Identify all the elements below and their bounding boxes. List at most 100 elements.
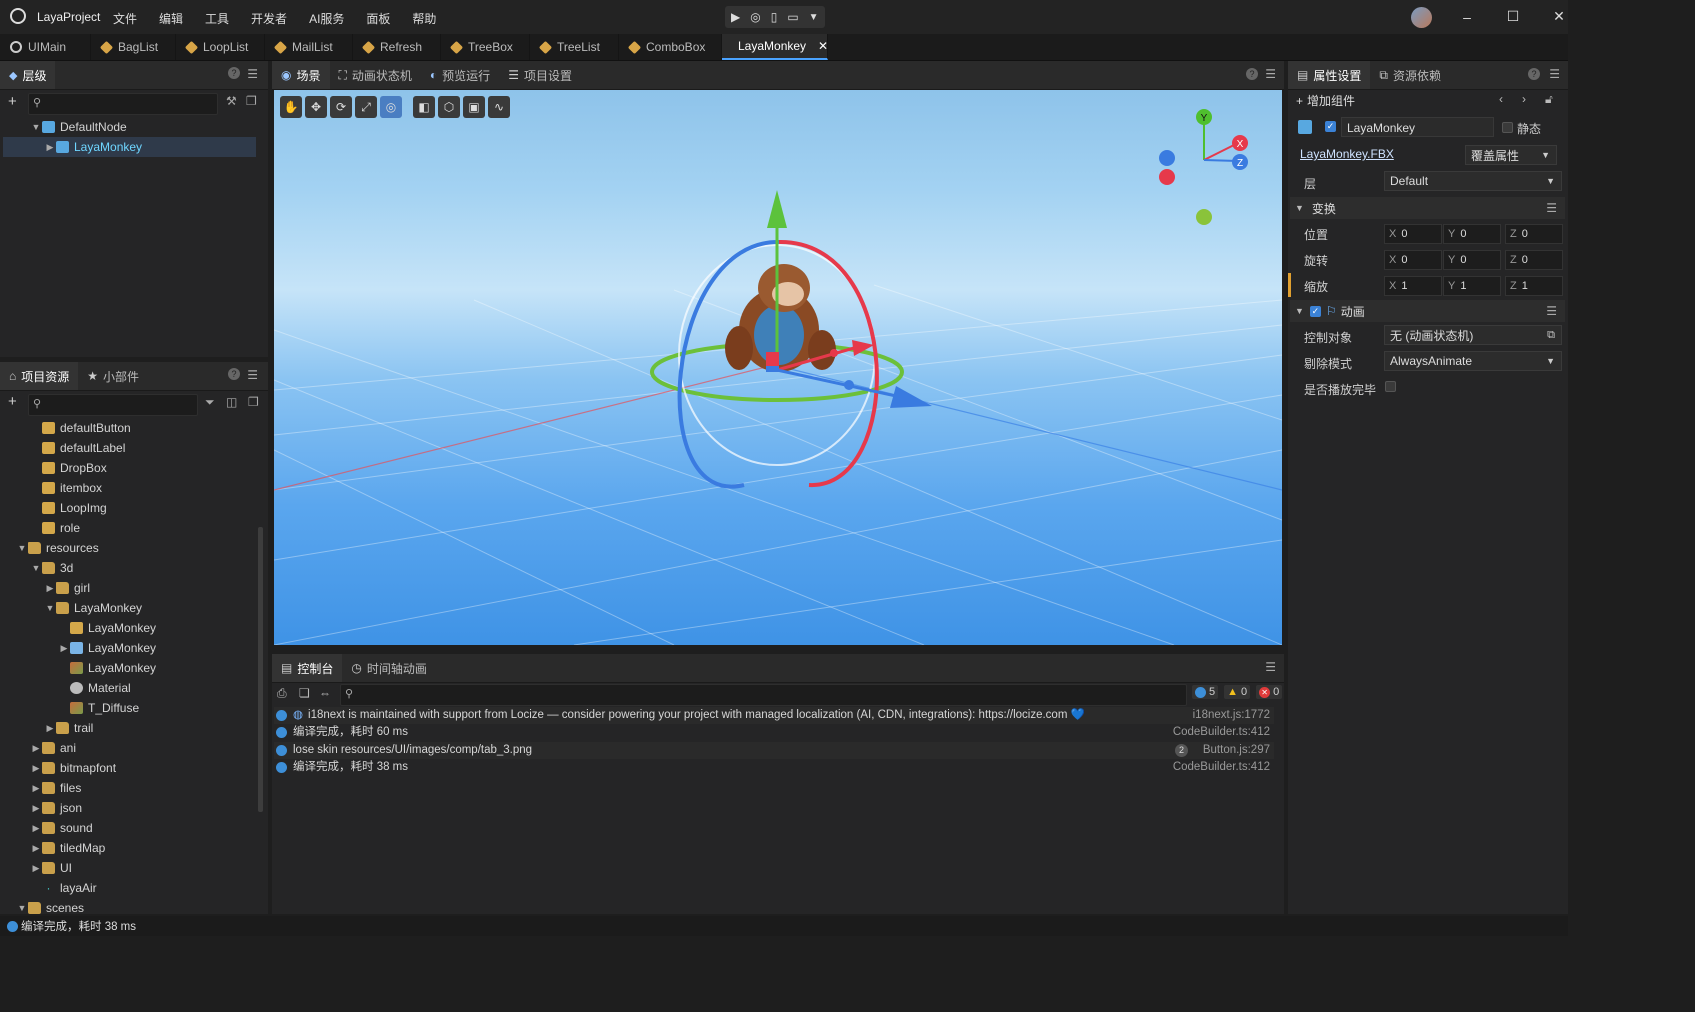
asset-folder[interactable]: ▶ tiledMap [30, 838, 106, 858]
rotation-y-field[interactable]: Y0 [1443, 250, 1501, 270]
expand-arrow-icon[interactable]: ▼ [30, 117, 42, 137]
menu-icon[interactable]: ☰ [1265, 660, 1276, 674]
clear-console-icon[interactable]: ⎙ [277, 686, 287, 701]
tab-animator[interactable]: ⛶ 动画状态机 [330, 61, 421, 89]
expand-arrow-icon[interactable]: ▶ [30, 738, 42, 758]
scale-y-field[interactable]: Y1 [1443, 276, 1501, 296]
scrollbar[interactable] [258, 527, 263, 812]
copy-log-icon[interactable]: ❏ [299, 686, 310, 700]
help-icon[interactable]: ? [228, 67, 240, 79]
asset-item[interactable]: role [30, 518, 80, 538]
menu-icon[interactable]: ☰ [247, 67, 258, 81]
menu-panel[interactable]: 面板 [366, 10, 390, 27]
tab-timeline[interactable]: ◷ 时间轴动画 [342, 654, 436, 682]
menu-ai[interactable]: AI服务 [309, 10, 344, 27]
hierarchy-search-input[interactable]: ⚲ [28, 93, 218, 115]
back-icon[interactable]: ‹ [1499, 92, 1503, 106]
chevron-down-icon[interactable]: ▼ [809, 12, 819, 23]
move-plane-handle[interactable] [766, 352, 779, 366]
expand-arrow-icon[interactable]: ▶ [44, 578, 56, 598]
asset-folder[interactable]: ▼ 3d [30, 558, 74, 578]
controller-field[interactable]: 无 (动画状态机) ⧉ [1384, 325, 1562, 345]
asset-item[interactable]: Material [58, 678, 131, 698]
log-row[interactable]: ◍ i18next is maintained with support fro… [274, 707, 1274, 724]
tab-widgets[interactable]: ★ 小部件 [78, 362, 148, 390]
tab-combobox[interactable]: ComboBox [619, 34, 722, 60]
scale-tool-icon[interactable]: ⤢ [355, 96, 377, 118]
asset-folder[interactable]: ▶ UI [30, 858, 72, 878]
asset-folder[interactable]: ▼ scenes [16, 898, 84, 914]
expand-arrow-icon[interactable]: ▶ [44, 137, 56, 157]
log-row[interactable]: 编译完成，耗时 38 ms CodeBuilder.ts:412 [274, 759, 1274, 776]
camera-icon[interactable]: ▣ [463, 96, 485, 118]
filter-icon[interactable]: ⏷ [205, 395, 215, 410]
copy-icon[interactable]: ❐ [246, 94, 257, 108]
tab-preview[interactable]: ◐ 预览运行 [421, 61, 499, 89]
scale-x-handle[interactable] [830, 349, 838, 357]
tab-refresh[interactable]: Refresh [353, 34, 441, 60]
close-icon[interactable]: ✕ [818, 39, 828, 53]
scale-z-handle[interactable] [844, 380, 854, 390]
collapse-arrow-icon[interactable]: ▼ [1295, 306, 1304, 316]
monkey-model[interactable] [725, 264, 836, 372]
expand-arrow-icon[interactable]: ▼ [44, 598, 56, 618]
asset-item[interactable]: ▶ LayaMonkey [58, 638, 157, 658]
maximize-icon[interactable]: ☐ [1490, 8, 1536, 25]
expand-arrow-icon[interactable]: ▼ [30, 558, 42, 578]
mobile-preview-icon[interactable]: ▯ [771, 10, 778, 24]
tab-scene[interactable]: ◉ 场景 [272, 61, 330, 89]
expand-arrow-icon[interactable]: ▶ [58, 638, 70, 658]
log-row[interactable]: lose skin resources/UI/images/comp/tab_3… [274, 742, 1274, 759]
asset-search-input[interactable]: ⚲ [28, 394, 198, 416]
forward-icon[interactable]: › [1522, 92, 1526, 106]
tab-layamonkey[interactable]: LayaMonkey ✕ [722, 34, 828, 60]
animation-enabled-checkbox[interactable]: ✓ [1309, 305, 1321, 317]
layer-dropdown[interactable]: Default ▼ [1384, 171, 1562, 191]
position-x-field[interactable]: X0 [1384, 224, 1442, 244]
culling-mode-dropdown[interactable]: AlwaysAnimate ▼ [1384, 351, 1562, 371]
web-preview-icon[interactable]: ◎ [750, 10, 760, 24]
tab-project-settings[interactable]: ☰ 项目设置 [499, 61, 581, 89]
asset-item[interactable]: · layaAir [30, 878, 97, 898]
position-y-field[interactable]: Y0 [1443, 224, 1501, 244]
rotate-tool-icon[interactable]: ⟳ [330, 96, 352, 118]
move-plane-handle[interactable] [766, 366, 779, 372]
hand-tool-icon[interactable]: ✋ [280, 96, 302, 118]
tab-treebox[interactable]: TreeBox [441, 34, 530, 60]
expand-arrow-icon[interactable]: ▼ [16, 898, 28, 914]
add-asset-icon[interactable]: + [8, 393, 17, 410]
asset-folder[interactable]: ▶ files [30, 778, 82, 798]
console-search-input[interactable]: ⚲ [340, 684, 1187, 706]
asset-item[interactable]: LayaMonkey [58, 618, 156, 638]
active-checkbox[interactable]: ✓ [1325, 121, 1336, 132]
asset-item[interactable]: defaultButton [30, 418, 131, 438]
orientation-gizmo[interactable]: Y X Z [1154, 105, 1254, 235]
add-component-button[interactable]: + 增加组件 [1296, 92, 1355, 109]
asset-folder[interactable]: ▶ sound [30, 818, 93, 838]
tab-maillist[interactable]: MailList [265, 34, 353, 60]
menu-developer[interactable]: 开发者 [251, 10, 287, 27]
expand-arrow-icon[interactable]: ▶ [30, 798, 42, 818]
expand-arrow-icon[interactable]: ▶ [30, 858, 42, 878]
asset-folder[interactable]: ▼ resources [16, 538, 99, 558]
info-filter[interactable]: 5 [1192, 685, 1219, 699]
override-dropdown[interactable]: 覆盖属性 ▼ [1465, 145, 1557, 165]
play-icon[interactable]: ▶ [731, 10, 740, 24]
menu-edit[interactable]: 编辑 [159, 10, 183, 27]
menu-icon[interactable]: ☰ [1546, 201, 1557, 215]
menu-icon[interactable]: ☰ [1546, 304, 1557, 318]
collapse-arrow-icon[interactable]: ▼ [1295, 203, 1304, 213]
asset-item[interactable]: LoopImg [30, 498, 107, 518]
asset-item[interactable]: defaultLabel [30, 438, 125, 458]
view-2d-icon[interactable]: ◧ [413, 96, 435, 118]
expand-arrow-icon[interactable]: ▶ [30, 758, 42, 778]
animation-section[interactable]: ▼ ✓ ⚐ 动画 ☰ [1290, 300, 1565, 322]
asset-item[interactable]: T_Diffuse [58, 698, 139, 718]
position-z-field[interactable]: Z0 [1505, 224, 1563, 244]
asset-folder[interactable]: ▶ bitmapfont [30, 758, 117, 778]
view-3d-icon[interactable]: ⬡ [438, 96, 460, 118]
expand-arrow-icon[interactable]: ▶ [44, 718, 56, 738]
expand-arrow-icon[interactable]: ▼ [16, 538, 28, 558]
scale-x-field[interactable]: X1 [1384, 276, 1442, 296]
play-finished-checkbox[interactable] [1385, 381, 1396, 392]
